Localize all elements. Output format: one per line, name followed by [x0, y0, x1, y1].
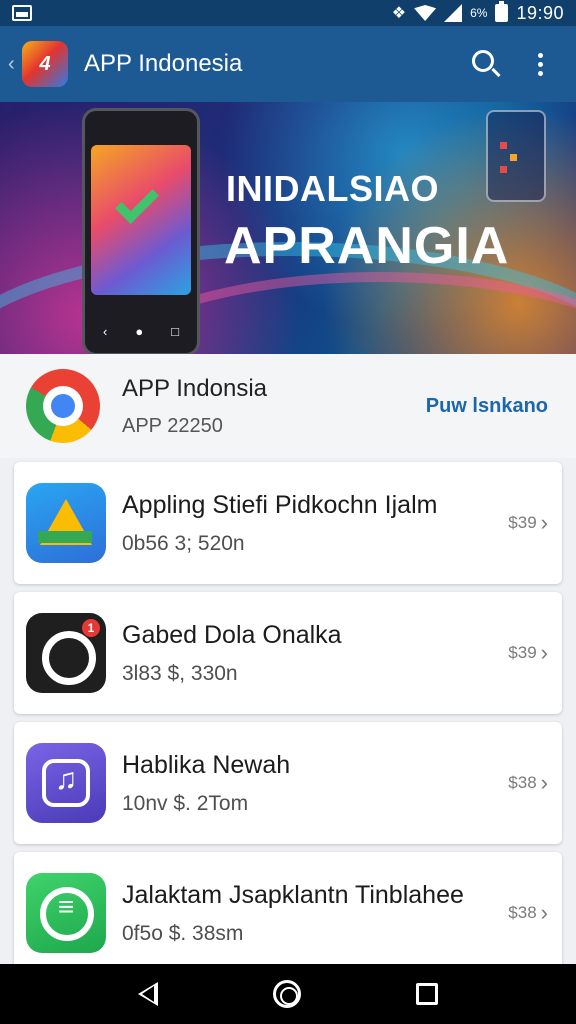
featured-action-link[interactable]: Puw lsnkano: [426, 395, 548, 418]
music-icon: [26, 743, 106, 823]
featured-app-subtitle: APP 22250: [122, 414, 223, 437]
app-title: Gabed Dola Onalka: [122, 620, 342, 649]
app-price: $38: [508, 773, 537, 792]
app-logo: 4: [22, 41, 68, 87]
app-title: Jalaktam Jsapklantn Tinblahee: [122, 880, 464, 909]
system-nav-bar: [0, 964, 576, 1024]
network-label: 6%: [470, 6, 488, 20]
chevron-right-icon: ›: [540, 770, 548, 795]
back-icon[interactable]: [137, 982, 158, 1006]
app-subtitle: 3l83 $, 330n: [122, 661, 238, 685]
app-bar: ‹ 4 APP Indonesia: [0, 26, 576, 102]
app-subtitle: 10nv $. 2Tom: [122, 791, 249, 815]
app-subtitle: 0b56 3; 520n: [122, 531, 245, 555]
home-icon[interactable]: [272, 980, 301, 1008]
featured-app-name: APP Indonsia: [122, 374, 267, 402]
search-button[interactable]: [464, 42, 508, 86]
banner-device-illustration: [486, 110, 546, 202]
app-price: $39: [508, 643, 537, 662]
phone-nav-illustration: ‹ ● □: [103, 324, 179, 339]
list-item[interactable]: Gabed Dola Onalka 3l83 $, 330n $39 ›: [14, 592, 562, 714]
app-title: APP Indonesia: [84, 50, 243, 77]
more-options-button[interactable]: [518, 42, 562, 86]
banner-headline-large: APRANGIA: [224, 217, 510, 275]
drive-icon: [26, 483, 106, 563]
search-icon: [472, 50, 494, 72]
chevron-left-icon[interactable]: ‹: [8, 53, 22, 76]
app-title: Appling Stiefi Pidkochn Ijalm: [122, 490, 438, 519]
chevron-right-icon: ›: [540, 640, 548, 665]
app-subtitle: 0f5o $. 38sm: [122, 921, 244, 945]
app-price: $38: [508, 903, 537, 922]
recents-icon[interactable]: [416, 983, 439, 1005]
phone-screen: [91, 145, 191, 295]
battery-icon: [495, 1, 509, 22]
banner-headline-small: INIDALSIAO: [226, 168, 440, 209]
app-title: Hablika Newah: [122, 750, 291, 779]
signal-icon: [444, 4, 463, 22]
promo-banner[interactable]: ‹ ● □ INIDALSIAO APRANGIA: [0, 102, 576, 354]
checkmark-icon: [115, 180, 159, 224]
chat-icon: [26, 613, 106, 693]
list-item[interactable]: Hablika Newah 10nv $. 2Tom $38 ›: [14, 722, 562, 844]
list-item[interactable]: Jalaktam Jsapklantn Tinblahee 0f5o $. 38…: [14, 852, 562, 974]
wifi-icon: [414, 5, 437, 21]
chrome-icon: [26, 369, 100, 443]
chevron-right-icon: ›: [540, 510, 548, 535]
image-notification-icon: [12, 5, 32, 21]
app-price: $39: [508, 513, 537, 532]
whatsapp-icon: [26, 873, 106, 953]
banner-phone-illustration: ‹ ● □: [82, 108, 200, 354]
status-bar: ❖ 6% 19:90: [0, 0, 576, 26]
list-item[interactable]: Appling Stiefi Pidkochn Ijalm 0b56 3; 52…: [14, 462, 562, 584]
bluetooth-icon: ❖: [391, 5, 407, 22]
featured-app[interactable]: APP Indonsia APP 22250 Puw lsnkano: [0, 354, 576, 458]
app-logo-text: 4: [39, 52, 51, 75]
status-time: 19:90: [516, 2, 564, 23]
chevron-right-icon: ›: [540, 900, 548, 925]
more-vert-icon: [537, 52, 543, 76]
